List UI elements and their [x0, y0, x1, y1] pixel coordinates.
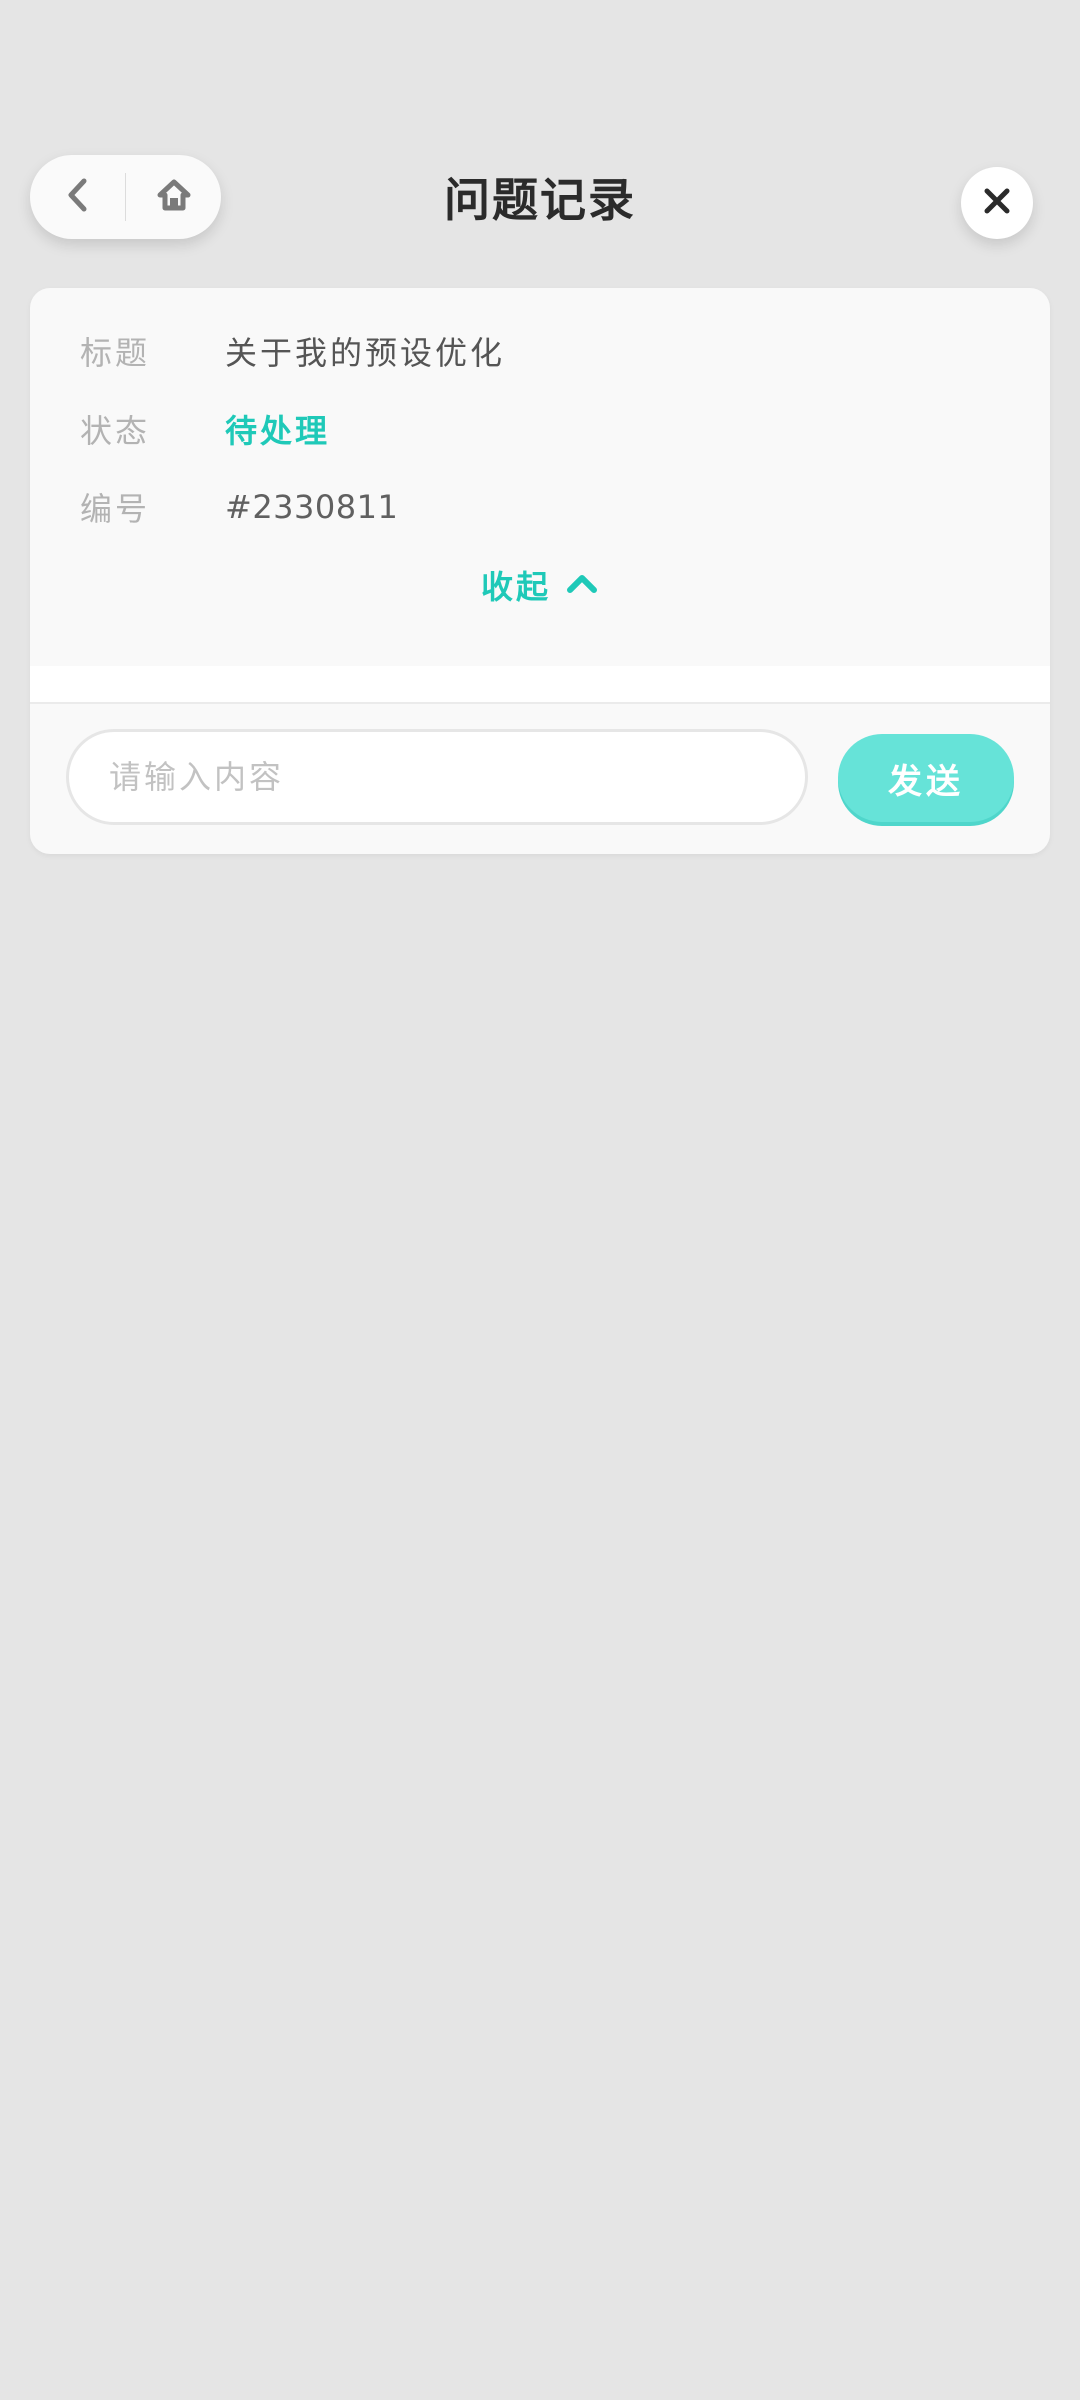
send-button[interactable]: 发送 — [838, 734, 1014, 822]
chevron-up-icon — [565, 571, 599, 599]
close-button[interactable] — [961, 167, 1033, 239]
title-row: 标题 关于我的预设优化 — [80, 321, 505, 381]
status-label: 状态 — [80, 412, 151, 450]
send-label: 发送 — [888, 761, 964, 802]
number-value: #2330811 — [225, 488, 399, 526]
number-row: 编号 #2330811 — [80, 477, 398, 537]
collapse-toggle[interactable]: 收起 — [30, 560, 1050, 610]
card-divider — [30, 666, 1050, 704]
title-value: 关于我的预设优化 — [225, 334, 506, 372]
page-title: 问题记录 — [444, 173, 636, 227]
status-value: 待处理 — [225, 412, 331, 450]
message-input[interactable] — [107, 757, 771, 797]
number-label: 编号 — [80, 490, 151, 528]
collapse-label: 收起 — [480, 568, 551, 606]
status-row: 状态 待处理 — [80, 399, 330, 459]
title-label: 标题 — [80, 334, 151, 372]
close-icon — [982, 186, 1012, 220]
issue-card: 标题 关于我的预设优化 状态 待处理 编号 #2330811 收起 发送 — [30, 288, 1050, 854]
message-input-box[interactable] — [66, 729, 808, 825]
